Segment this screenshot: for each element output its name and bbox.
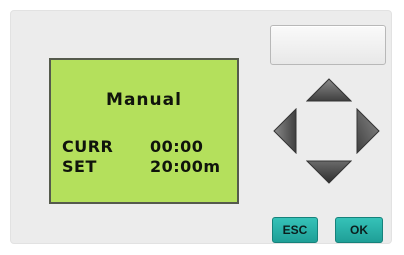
lcd-mode-title: Manual xyxy=(106,90,182,110)
arrow-left-icon xyxy=(273,108,297,154)
lcd-curr-value: 00:00 xyxy=(150,137,204,156)
lcd-set-label: SET xyxy=(62,157,97,176)
lcd-display: Manual CURR 00:00 SET 20:00m xyxy=(49,58,239,204)
lcd-curr-label: CURR xyxy=(62,137,114,156)
ok-button[interactable]: OK xyxy=(335,217,383,243)
arrow-left-button[interactable] xyxy=(273,108,297,154)
arrow-right-icon xyxy=(356,108,380,154)
arrow-down-button[interactable] xyxy=(306,160,352,184)
arrow-up-button[interactable] xyxy=(306,78,352,102)
lcd-set-value: 20:00m xyxy=(150,157,221,176)
arrow-up-icon xyxy=(306,78,352,102)
arrow-down-icon xyxy=(306,160,352,184)
top-blank-button[interactable] xyxy=(270,25,386,65)
esc-button[interactable]: ESC xyxy=(272,217,318,243)
arrow-right-button[interactable] xyxy=(356,108,380,154)
